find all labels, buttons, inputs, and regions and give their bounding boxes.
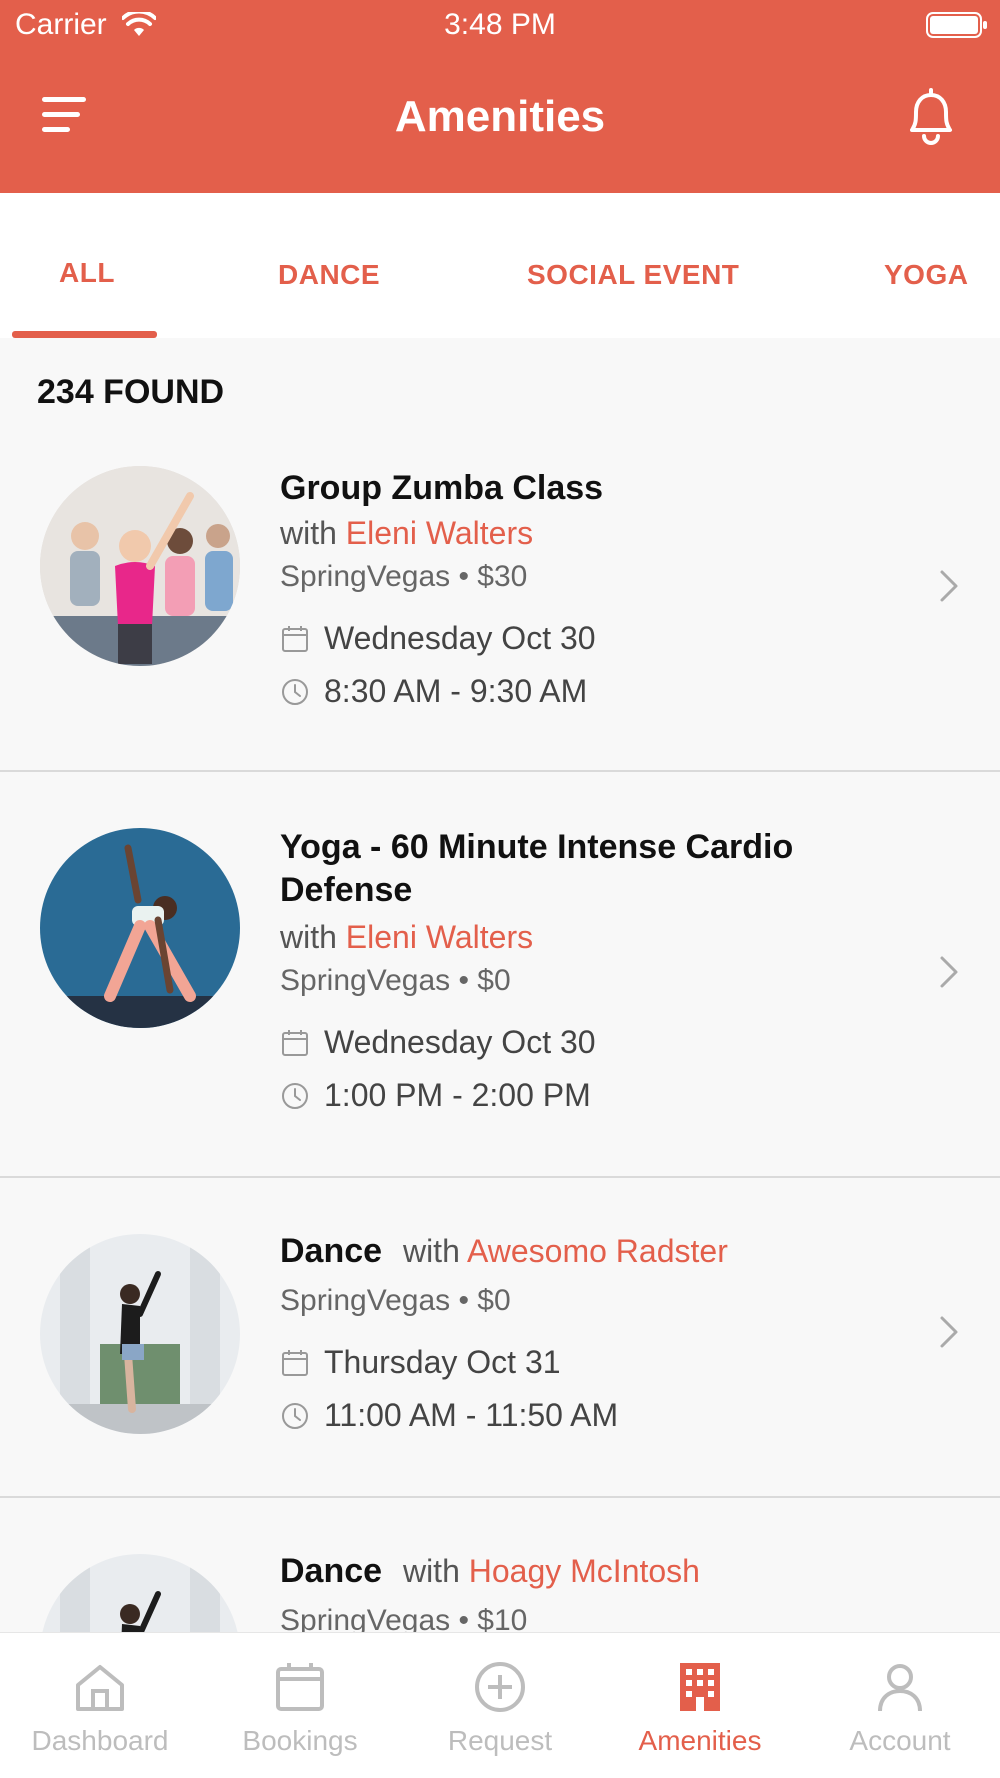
item-time: 11:00 AM - 11:50 AM: [324, 1397, 619, 1433]
category-tabs: ALL DANCE SOCIAL EVENT YOGA: [0, 193, 1000, 338]
date-row: Thursday Oct 31: [280, 1344, 561, 1381]
chevron-right-icon[interactable]: [938, 1314, 960, 1350]
avatar: [40, 1554, 240, 1632]
list-item[interactable]: Yoga - 60 Minute Intense Cardio Defense …: [0, 772, 1000, 1178]
list-item[interactable]: Dance with Hoagy McIntosh SpringVegas • …: [0, 1498, 1000, 1632]
bottom-tab-bar: Dashboard Bookings Request Amenities Acc…: [0, 1632, 1000, 1778]
title-instructor-line: Dance with Hoagy McIntosh: [280, 1552, 700, 1591]
tab-account[interactable]: Account: [800, 1633, 1000, 1778]
avatar: [40, 828, 240, 1028]
item-time: 8:30 AM - 9:30 AM: [324, 673, 588, 709]
chevron-right-icon[interactable]: [938, 954, 960, 990]
calendar-icon: [282, 625, 308, 652]
tab-label: Dashboard: [31, 1725, 169, 1756]
instructor-line: with Eleni Walters: [280, 515, 533, 552]
tab-all[interactable]: ALL: [59, 257, 115, 289]
item-title: Dance: [280, 1552, 383, 1590]
instructor-name[interactable]: Hoagy McIntosh: [469, 1553, 700, 1589]
status-bar: Carrier 3:48 PM: [0, 0, 1000, 50]
person-icon: [878, 1664, 922, 1712]
location-price: SpringVegas • $0: [280, 964, 511, 997]
tab-social-event[interactable]: SOCIAL EVENT: [527, 259, 739, 291]
location-price: SpringVegas • $0: [280, 1284, 511, 1317]
item-title: Group Zumba Class: [280, 469, 604, 507]
tab-label: Amenities: [638, 1725, 762, 1756]
page-title: Amenities: [394, 92, 606, 141]
tab-indicator: [12, 331, 157, 338]
location-price: SpringVegas • $30: [280, 560, 528, 593]
battery-icon: [926, 12, 987, 38]
building-icon: [680, 1663, 720, 1711]
instructor-name[interactable]: Eleni Walters: [346, 515, 533, 551]
time-row: 1:00 PM - 2:00 PM: [280, 1077, 591, 1114]
tab-dance[interactable]: DANCE: [278, 259, 380, 291]
title-instructor-line: Dance with Awesomo Radster: [280, 1232, 728, 1271]
item-time: 1:00 PM - 2:00 PM: [324, 1077, 591, 1113]
clock-icon: [282, 678, 308, 705]
bell-icon[interactable]: [902, 86, 960, 146]
tab-label: Account: [849, 1725, 951, 1756]
clock-icon: [282, 1082, 308, 1109]
instructor-name[interactable]: Eleni Walters: [346, 919, 533, 955]
zumba-class-photo: [40, 466, 240, 666]
chevron-right-icon[interactable]: [938, 568, 960, 604]
item-title: Dance: [280, 1232, 383, 1270]
calendar-icon: [282, 1349, 308, 1376]
dance-class-photo: [40, 1234, 240, 1434]
time-row: 11:00 AM - 11:50 AM: [280, 1397, 618, 1434]
list-item[interactable]: Group Zumba Class with Eleni Walters Spr…: [0, 440, 1000, 772]
with-label: with: [402, 1233, 460, 1269]
home-icon: [76, 1665, 124, 1711]
tab-request[interactable]: Request: [400, 1633, 600, 1778]
tab-yoga[interactable]: YOGA: [884, 259, 968, 291]
tab-amenities[interactable]: Amenities: [600, 1633, 800, 1778]
avatar: [40, 466, 240, 666]
date-row: Wednesday Oct 30: [280, 620, 596, 657]
tab-label: Request: [447, 1725, 553, 1756]
location-price: SpringVegas • $10: [280, 1604, 528, 1632]
calendar-icon: [276, 1663, 324, 1711]
plus-circle-icon: [475, 1662, 525, 1712]
item-date: Thursday Oct 31: [324, 1344, 561, 1380]
with-label: with: [402, 1553, 460, 1589]
time-row: 8:30 AM - 9:30 AM: [280, 673, 587, 710]
yoga-class-photo: [40, 828, 240, 1028]
item-date: Wednesday Oct 30: [324, 1024, 596, 1060]
item-date: Wednesday Oct 30: [324, 620, 596, 656]
calendar-icon: [282, 1029, 308, 1056]
with-label: with: [280, 919, 337, 955]
results-count: 234 FOUND: [37, 373, 225, 411]
list-item[interactable]: Dance with Awesomo Radster SpringVegas •…: [0, 1178, 1000, 1498]
avatar: [40, 1234, 240, 1434]
with-label: with: [280, 515, 337, 551]
date-row: Wednesday Oct 30: [280, 1024, 596, 1061]
tab-bookings[interactable]: Bookings: [200, 1633, 400, 1778]
instructor-line: with Eleni Walters: [280, 919, 533, 956]
dance-class-photo: [40, 1554, 240, 1632]
status-time: 3:48 PM: [444, 8, 556, 41]
instructor-name[interactable]: Awesomo Radster: [467, 1233, 728, 1269]
tab-dashboard[interactable]: Dashboard: [0, 1633, 200, 1778]
tab-label: Bookings: [242, 1725, 358, 1756]
item-title: Yoga - 60 Minute Intense Cardio Defense: [280, 828, 794, 909]
app-header: Carrier 3:48 PM Amenities: [0, 0, 1000, 193]
clock-icon: [282, 1402, 308, 1429]
